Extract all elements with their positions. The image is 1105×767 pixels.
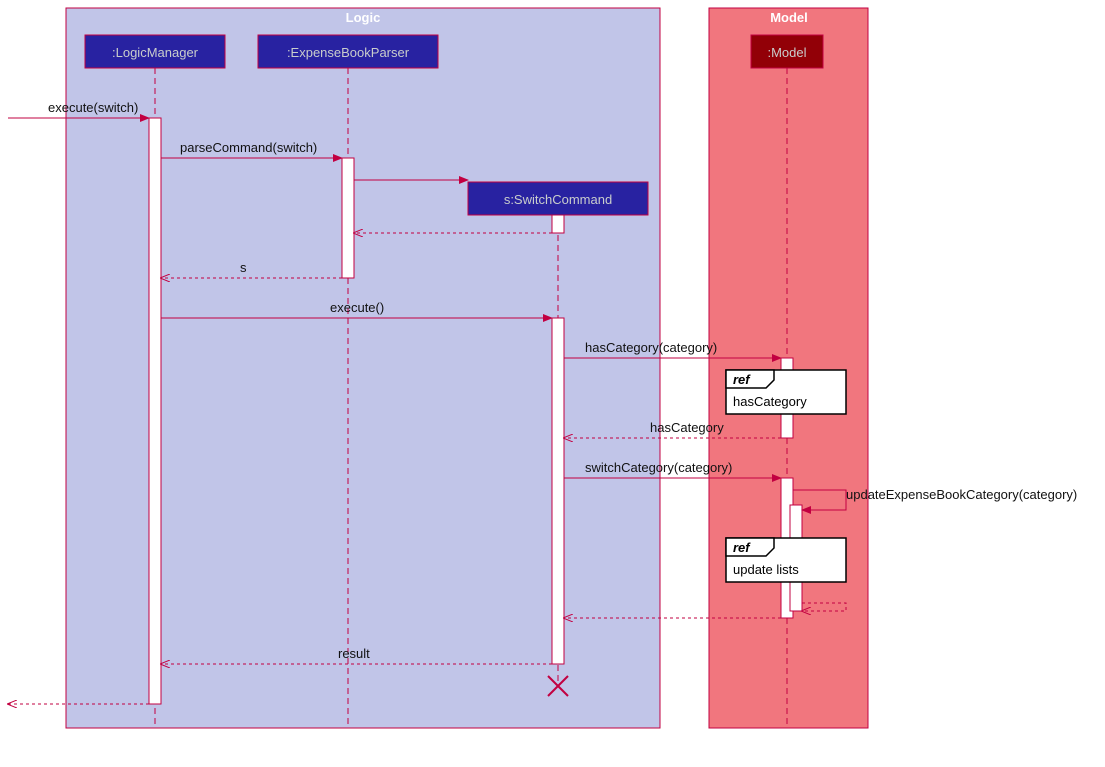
participant-model-label: :Model (767, 45, 806, 60)
ref-has-category-body: hasCategory (733, 394, 807, 409)
participant-expense-book-parser-label: :ExpenseBookParser (287, 45, 410, 60)
activation-parser (342, 158, 354, 278)
ref-has-category-head: ref (733, 372, 751, 387)
msg-execute: execute() (330, 300, 384, 315)
participant-switch-command-label: s:SwitchCommand (504, 192, 612, 207)
ref-update-lists: ref update lists (726, 538, 846, 582)
ref-update-lists-body: update lists (733, 562, 799, 577)
sequence-diagram: Logic Model :LogicManager :ExpenseBookPa… (0, 0, 1105, 767)
ref-has-category: ref hasCategory (726, 370, 846, 414)
activation-logic-manager (149, 118, 161, 704)
msg-update-expense-book-category: updateExpenseBookCategory(category) (846, 487, 1077, 502)
msg-switch-category: switchCategory(category) (585, 460, 732, 475)
msg-return-s: s (240, 260, 247, 275)
msg-parse-command: parseCommand(switch) (180, 140, 317, 155)
logic-box-title: Logic (346, 10, 381, 25)
msg-has-category-call: hasCategory(category) (585, 340, 717, 355)
ref-update-lists-head: ref (733, 540, 751, 555)
msg-has-category-return: hasCategory (650, 420, 724, 435)
activation-switch-create (552, 215, 564, 233)
activation-switch-command (552, 318, 564, 664)
msg-execute-switch: execute(switch) (48, 100, 138, 115)
msg-result: result (338, 646, 370, 661)
model-box-title: Model (770, 10, 808, 25)
participant-logic-manager-label: :LogicManager (112, 45, 199, 60)
